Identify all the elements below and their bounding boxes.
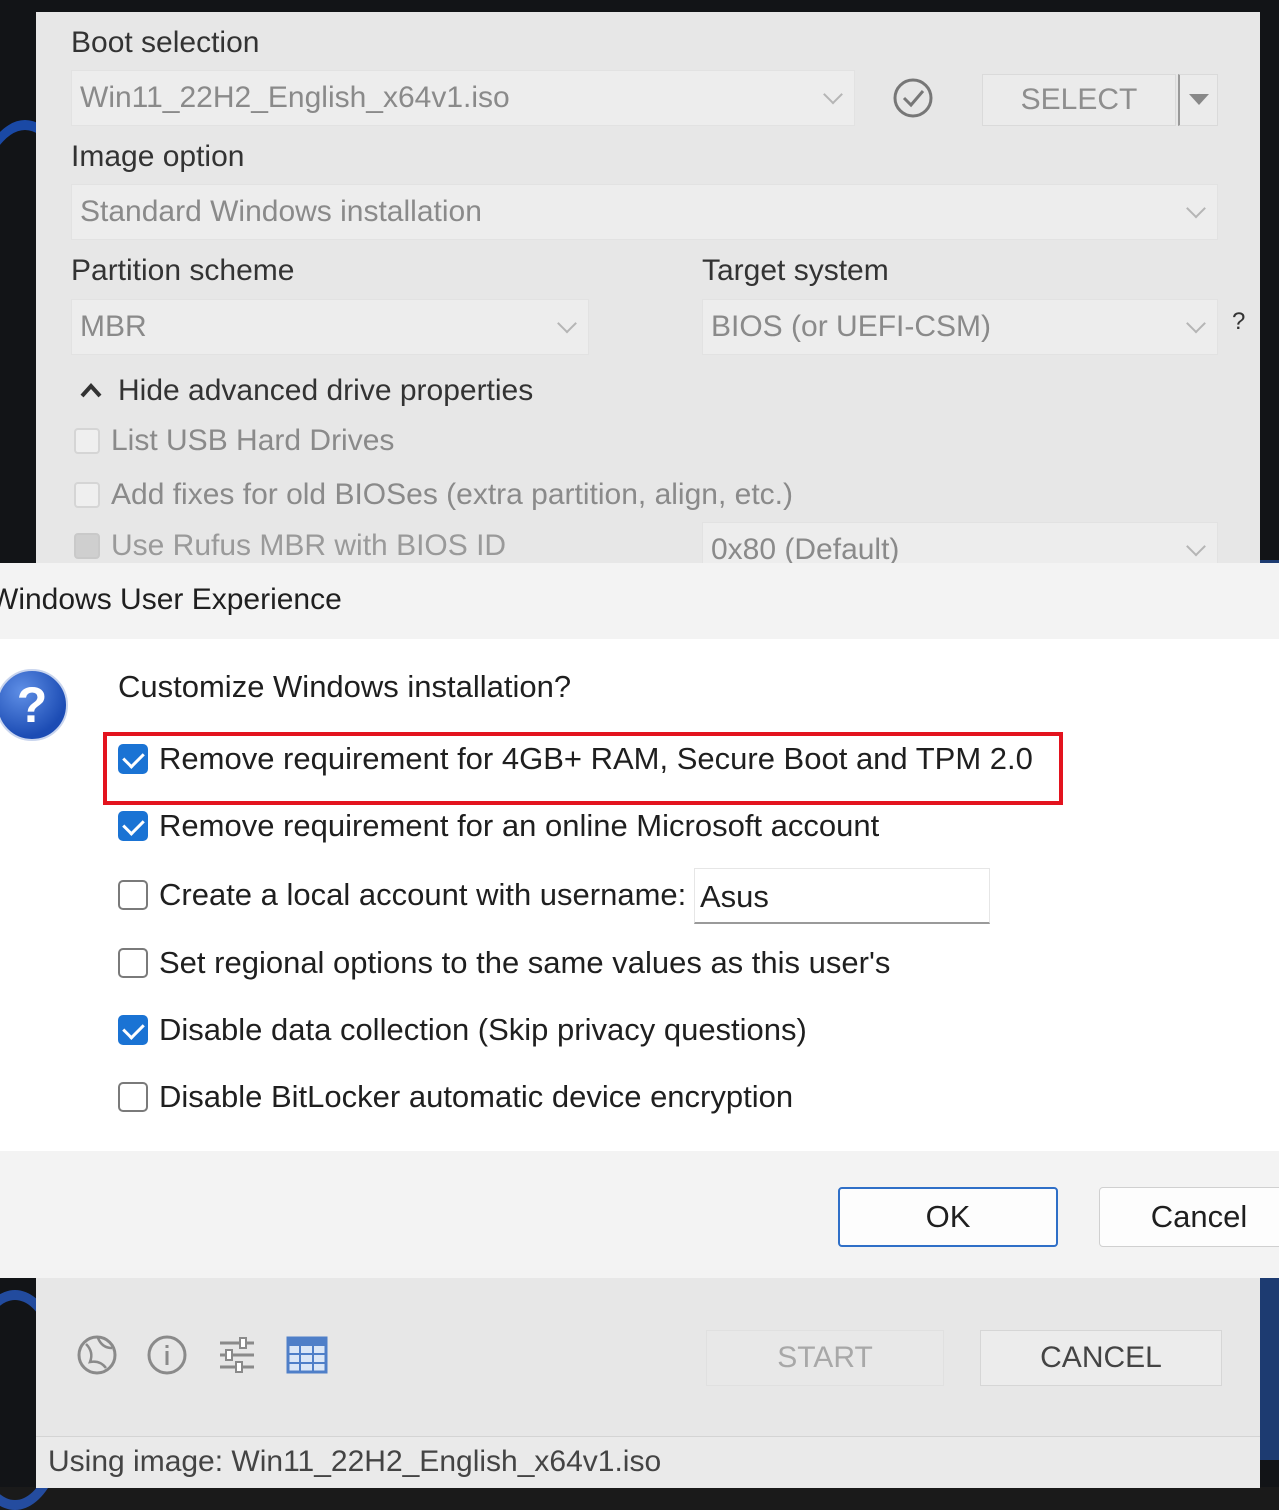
select-button[interactable]: SELECT [982,74,1176,126]
checkbox[interactable] [118,948,148,978]
target-system-value: BIOS (or UEFI-CSM) [711,310,992,343]
option-regional-settings[interactable]: Set regional options to the same values … [118,943,890,983]
dialog-footer: OK Cancel [0,1151,1279,1278]
option-label: Disable BitLocker automatic device encry… [159,1079,794,1114]
option-label: Set regional options to the same values … [159,945,891,980]
option-disable-bitlocker[interactable]: Disable BitLocker automatic device encry… [118,1077,793,1117]
option-remove-online-account[interactable]: Remove requirement for an online Microso… [118,806,879,846]
list-usb-checkbox[interactable] [74,428,100,454]
target-system-label: Target system [702,254,889,287]
cancel-button[interactable]: Cancel [1099,1187,1279,1247]
start-button[interactable]: START [706,1330,944,1386]
partition-scheme-label: Partition scheme [71,254,295,287]
option-label: Create a local account with username: [159,877,687,912]
select-dropdown-arrow[interactable] [1178,74,1218,126]
option-label: Remove requirement for an online Microso… [159,808,880,843]
caret-down-icon [1188,94,1209,105]
dialog-title: Windows User Experience [0,583,342,616]
boot-selection-dropdown[interactable]: Win11_22H2_English_x64v1.iso [71,70,855,126]
partition-scheme-value: MBR [80,310,147,343]
boot-selection-label: Boot selection [71,26,260,59]
use-rufus-mbr-checkbox[interactable] [74,533,100,559]
option-create-local-account[interactable]: Create a local account with username: [118,875,686,915]
add-fixes-label: Add fixes for old BIOSes (extra partitio… [111,478,793,511]
option-disable-data-collection[interactable]: Disable data collection (Skip privacy qu… [118,1010,807,1050]
checkbox[interactable] [118,811,148,841]
info-icon[interactable] [146,1334,187,1375]
checkbox[interactable] [118,1015,148,1045]
checkbox[interactable] [118,880,148,910]
customize-windows-dialog: Windows User Experience ? Customize Wind… [0,563,1279,1278]
dialog-question: Customize Windows installation? [118,669,572,704]
chevron-down-icon [823,84,843,105]
log-table-icon[interactable] [286,1334,328,1374]
image-option-label: Image option [71,140,245,173]
chevron-down-icon [557,313,577,334]
bios-id-value: 0x80 (Default) [711,533,900,566]
ok-button[interactable]: OK [838,1187,1058,1247]
username-input[interactable]: Asus [694,868,990,924]
status-text: Using image: Win11_22H2_English_x64v1.is… [48,1445,662,1478]
target-system-dropdown[interactable]: BIOS (or UEFI-CSM) [702,299,1218,355]
advanced-properties-toggle[interactable]: Hide advanced drive properties [118,374,533,408]
checkbox[interactable] [118,1082,148,1112]
chevron-up-icon[interactable] [80,382,102,403]
boot-selection-value: Win11_22H2_English_x64v1.iso [80,81,510,114]
highlight-box [103,732,1063,805]
chevron-down-icon [1186,536,1206,557]
chevron-down-icon [1186,313,1206,334]
target-system-help[interactable]: ? [1232,308,1245,336]
image-option-dropdown[interactable]: Standard Windows installation [71,184,1218,240]
image-option-value: Standard Windows installation [80,195,482,228]
chevron-down-icon [1186,198,1206,219]
rufus-cancel-button[interactable]: CANCEL [980,1330,1222,1386]
settings-sliders-icon[interactable] [216,1334,256,1374]
option-label: Disable data collection (Skip privacy qu… [159,1012,807,1047]
status-bar: Using image: Win11_22H2_English_x64v1.is… [36,1436,1260,1488]
add-fixes-checkbox[interactable] [74,482,100,508]
use-rufus-mbr-label: Use Rufus MBR with BIOS ID [111,529,507,562]
checksum-check-icon[interactable] [892,77,934,119]
globe-icon[interactable] [76,1334,117,1375]
partition-scheme-dropdown[interactable]: MBR [71,299,589,355]
dialog-title-bar: Windows User Experience [0,563,1279,639]
list-usb-label: List USB Hard Drives [111,424,395,457]
